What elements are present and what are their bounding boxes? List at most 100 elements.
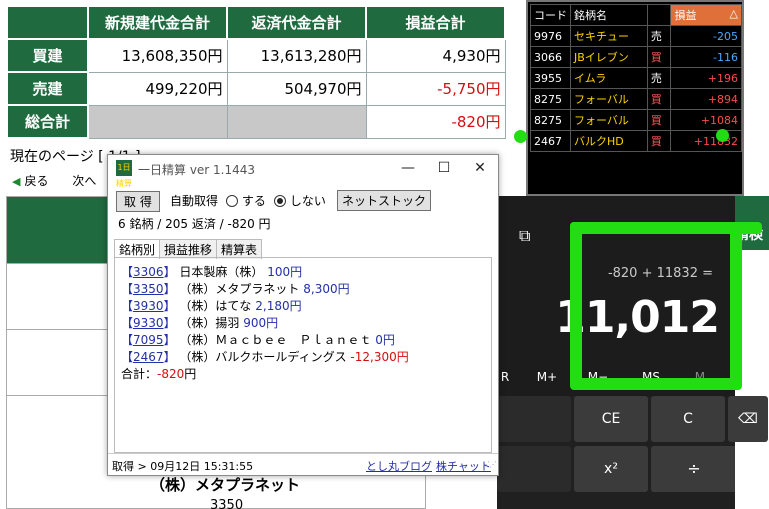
- ticker-row[interactable]: 2467 バルクHD 買 +11832: [530, 130, 742, 152]
- square-button[interactable]: x²: [574, 446, 648, 492]
- ticker-header-side: [646, 4, 672, 26]
- memory-add-button[interactable]: M+: [527, 370, 567, 384]
- sell-pl: -5,750円: [365, 71, 506, 106]
- app-window: 1日精算 一日精算 ver 1.1443 — ☐ ✕ 取 得 自動取得 する し…: [107, 154, 499, 476]
- backspace-button[interactable]: ⌫: [728, 396, 768, 442]
- ticker-pl: +196: [670, 67, 742, 89]
- list-item: 【3930】 （株）はてな 2,180円: [121, 298, 491, 315]
- title-bar[interactable]: 1日精算 一日精算 ver 1.1443 — ☐ ✕: [108, 155, 498, 188]
- ticker-side: 買: [646, 46, 672, 68]
- auto-fetch-on-option[interactable]: する: [226, 192, 266, 209]
- ticker-code: 3066: [530, 46, 571, 68]
- stock-code-link[interactable]: 9330: [133, 316, 164, 330]
- stock-code-link[interactable]: 3306: [133, 265, 164, 279]
- tab-pl-trend[interactable]: 損益推移: [159, 239, 218, 259]
- ticker-pl: -116: [670, 46, 742, 68]
- stock-pl: 0円: [375, 333, 395, 347]
- stock-pl: 2,180円: [255, 299, 302, 313]
- divide-button-label[interactable]: ÷: [653, 446, 735, 492]
- stock-name: 日本製麻（株）: [179, 265, 264, 279]
- last-fetch-time: 取得 > 09月12日 15:31:55: [112, 460, 254, 473]
- app-icon: 1日精算: [116, 160, 132, 188]
- highlight-frame-top: [570, 222, 762, 234]
- ticker-row[interactable]: 3066 JBイレブン 買 -116: [530, 46, 742, 68]
- fetch-button[interactable]: 取 得: [116, 191, 160, 212]
- ticker-name: フォーバル: [570, 109, 648, 131]
- summary-table: 新規建代金合計 返済代金合計 損益合計 買建 13,608,350円 13,61…: [6, 5, 506, 139]
- ticker-row[interactable]: 8275 フォーバル 買 +1084: [530, 109, 742, 131]
- bracket-close: 】: [163, 316, 176, 330]
- tab-by-stock[interactable]: 銘柄別: [114, 239, 161, 259]
- auto-fetch-off-option[interactable]: しない: [274, 192, 326, 209]
- stock-code-link[interactable]: 7095: [133, 333, 164, 347]
- stock-pl: 900円: [243, 316, 279, 330]
- bracket-close: 】: [163, 299, 176, 313]
- back-link[interactable]: ◀ 戻る: [12, 174, 58, 188]
- total-line: 合計：-820円: [121, 366, 491, 383]
- ticker-side: 買: [646, 88, 672, 110]
- radio-on-icon: [274, 195, 286, 207]
- netstock-button[interactable]: ネットストック: [337, 190, 432, 211]
- stock-pl-panel: 【3306】 日本製麻（株） 100円 【3350】 （株）メタプラネット 8,…: [114, 257, 492, 453]
- total-unit: 円: [184, 367, 197, 381]
- bracket-open: 【: [121, 299, 134, 313]
- row-label-sell: 売建: [6, 71, 89, 106]
- buy-new-total: 13,608,350円: [87, 38, 228, 73]
- pager: ◀ 戻る 次へ: [12, 172, 106, 189]
- radio-off-icon: [226, 195, 238, 207]
- bracket-close: 】: [163, 333, 176, 347]
- tab-settlement[interactable]: 精算表: [216, 239, 263, 259]
- row-label-buy: 買建: [6, 38, 89, 73]
- ticker-name: セキチュー: [570, 25, 648, 47]
- ticker-side: 売: [646, 25, 672, 47]
- ticker-code: 3955: [530, 67, 571, 89]
- minimize-button[interactable]: —: [390, 155, 426, 182]
- buy-pl: 4,930円: [365, 38, 506, 73]
- calc-blank-button[interactable]: [497, 396, 571, 442]
- stock-code-link[interactable]: 2467: [133, 350, 164, 364]
- ticker-name: フォーバル: [570, 88, 648, 110]
- clear-button[interactable]: C: [651, 396, 725, 442]
- list-item: 【3306】 日本製麻（株） 100円: [121, 264, 491, 281]
- bracket-open: 【: [121, 265, 134, 279]
- list-item: 【2467】 （株）バルクホールディングス -12,300円: [121, 349, 491, 366]
- blog-link[interactable]: とし丸ブログ: [366, 458, 432, 474]
- sell-new-total: 499,220円: [87, 71, 228, 106]
- summary-stats: 6 銘柄 / 205 返済 / -820 円: [118, 217, 271, 231]
- ticker-header-name: 銘柄名: [570, 4, 648, 26]
- tab-bar: 銘柄別 損益推移 精算表: [114, 239, 263, 259]
- bracket-close: 】: [163, 350, 176, 364]
- stock-name: （株）Ｍａｃｂｅｅ Ｐｌａｎｅｔ: [179, 333, 372, 347]
- ticker-name: JBイレブン: [570, 46, 648, 68]
- next-link[interactable]: 次へ: [72, 174, 96, 188]
- ticker-side: 買: [646, 109, 672, 131]
- ticker-row[interactable]: 9976 セキチュー 売 -205: [530, 25, 742, 47]
- clear-entry-button[interactable]: CE: [574, 396, 648, 442]
- maximize-button[interactable]: ☐: [426, 155, 462, 182]
- ticker-header-pl[interactable]: 損益 △: [670, 4, 742, 26]
- window-title: 一日精算 ver 1.1443: [138, 163, 256, 177]
- toolbar: 取 得: [116, 191, 160, 212]
- resize-grip-icon[interactable]: ⋰⋰: [482, 460, 497, 469]
- back-label: 戻る: [24, 174, 49, 188]
- stock-code-link[interactable]: 3930: [133, 299, 164, 313]
- close-button[interactable]: ✕: [462, 155, 498, 182]
- keep-on-top-icon[interactable]: ⧉: [519, 226, 530, 246]
- position-stock-name: （株）メタプラネット: [150, 476, 301, 494]
- ticker-row[interactable]: 3955 イムラ 売 +196: [530, 67, 742, 89]
- ticker-side: 買: [646, 130, 672, 152]
- calc-blank-button[interactable]: [497, 446, 571, 492]
- ticker-header-pl-label: 損益: [674, 9, 697, 22]
- ticker-row[interactable]: 8275 フォーバル 買 +894: [530, 88, 742, 110]
- total-repay-blank: [226, 104, 367, 139]
- stock-code-link[interactable]: 3350: [133, 282, 164, 296]
- ticker-header-code: コード: [530, 4, 571, 26]
- bracket-open: 【: [121, 316, 134, 330]
- position-stock-code: 3350: [210, 498, 244, 509]
- bracket-open: 【: [121, 282, 134, 296]
- auto-fetch-on-label: する: [241, 194, 266, 208]
- sell-repay-total: 504,970円: [226, 71, 367, 106]
- bracket-close: 】: [163, 282, 176, 296]
- stock-pl: -12,300円: [350, 350, 409, 364]
- ticker-pl: +11832: [670, 130, 742, 152]
